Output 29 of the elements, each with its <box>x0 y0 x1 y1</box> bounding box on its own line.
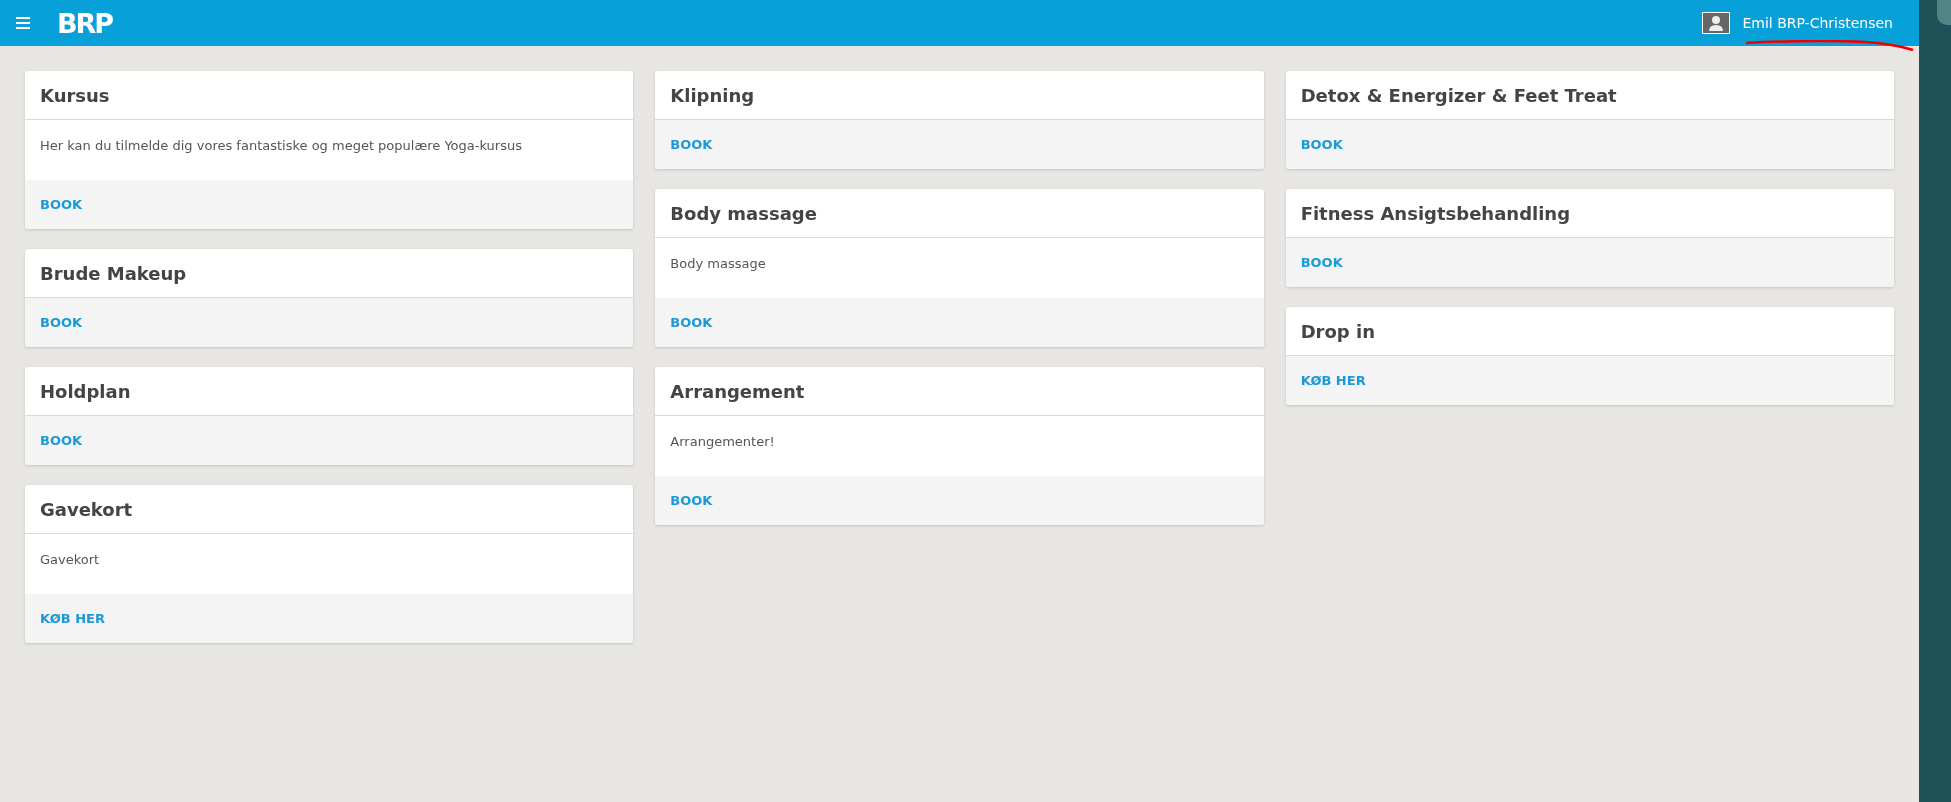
menu-icon[interactable] <box>16 17 30 29</box>
card-title: Kursus <box>40 83 110 108</box>
book-link[interactable]: BOOK <box>670 312 713 333</box>
card-title: Drop in <box>1300 319 1375 344</box>
scrollbar-thumb[interactable] <box>1937 0 1951 25</box>
book-link[interactable]: BOOK <box>40 312 83 333</box>
card-title: Detox & Energizer & Feet Treat <box>1300 83 1617 108</box>
card-title: Klipning <box>670 83 755 108</box>
card-title: Gavekort <box>40 497 133 522</box>
book-link[interactable]: BOOK <box>670 134 713 155</box>
card-title: Body massage <box>670 201 817 226</box>
user-avatar-icon <box>1702 12 1731 34</box>
card-title: Brude Makeup <box>40 261 187 286</box>
book-link[interactable]: BOOK <box>1300 252 1343 273</box>
card-title: Holdplan <box>40 379 131 404</box>
card-description: Gavekort <box>40 552 100 567</box>
book-link[interactable]: BOOK <box>40 430 83 451</box>
book-link[interactable]: KØB HER <box>1300 370 1366 391</box>
book-link[interactable]: BOOK <box>670 490 713 511</box>
book-link[interactable]: BOOK <box>40 194 83 215</box>
card-description: Her kan du tilmelde dig vores fantastiske og meget populære Yoga-kursus <box>40 138 522 153</box>
book-link[interactable]: BOOK <box>1300 134 1343 155</box>
user-name[interactable]: Emil BRP-Christensen <box>1742 12 1893 34</box>
card-title: Arrangement <box>670 379 805 404</box>
card-title: Fitness Ansigtsbehandling <box>1300 201 1571 226</box>
card-description: Arrangementer! <box>670 434 775 449</box>
logo[interactable]: BRP <box>57 9 113 37</box>
book-link[interactable]: KØB HER <box>40 608 105 629</box>
card-description: Body massage <box>670 256 766 271</box>
